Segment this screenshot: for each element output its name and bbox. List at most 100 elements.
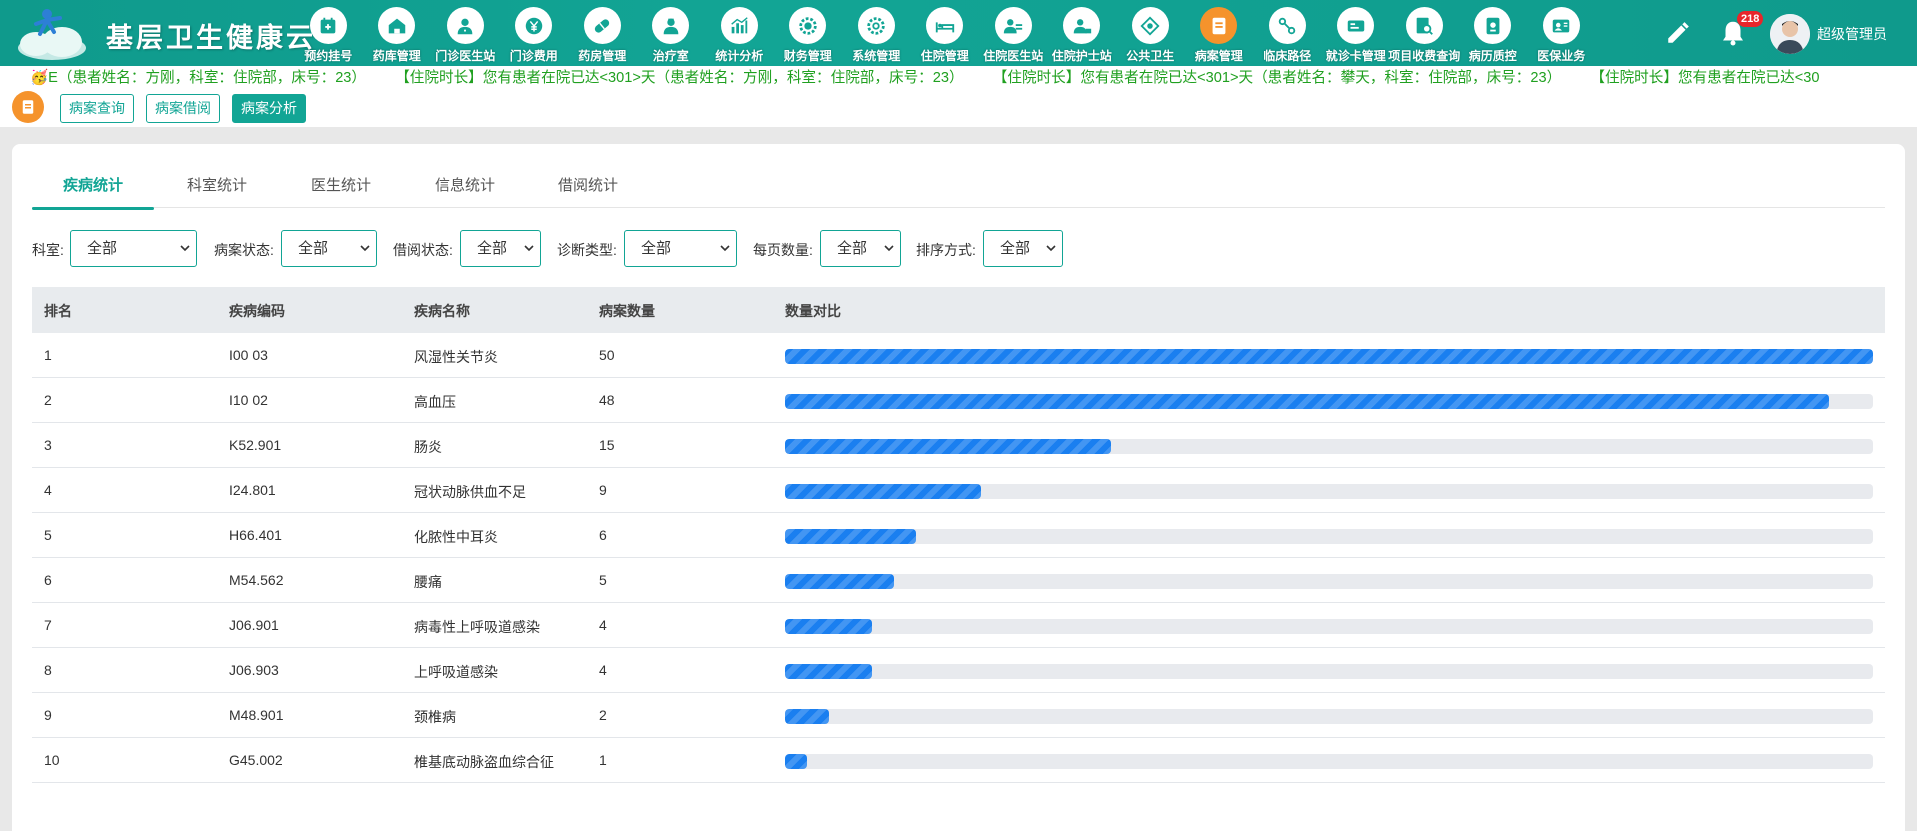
calendar-icon: [309, 7, 347, 44]
nav-item-label: 病案管理: [1194, 49, 1243, 63]
filter-label-department: 科室:: [32, 242, 64, 258]
cell-code: H66.401: [229, 527, 282, 543]
cell-name: 病毒性上呼吸道感染: [414, 619, 540, 635]
nav-item-label: 公共卫生: [1126, 49, 1175, 63]
nav-item-3[interactable]: 门诊费用: [500, 0, 569, 66]
cell-code: J06.903: [229, 662, 279, 678]
stats-tabs: 疾病统计 科室统计 医生统计 信息统计 借阅统计: [32, 166, 1885, 210]
cell-count: 1: [599, 752, 607, 768]
nav-item-label: 药房管理: [578, 49, 627, 63]
cell-code: J06.901: [229, 617, 279, 633]
nav-item-10[interactable]: 住院医生站: [979, 0, 1048, 66]
fee-search-icon: [1405, 7, 1443, 44]
cell-count: 15: [599, 437, 615, 453]
table-row: 9 M48.901 颈椎病 2: [32, 693, 1885, 738]
doctor-icon: [446, 7, 484, 44]
compare-bar-fill: [785, 439, 1112, 454]
avatar[interactable]: [1770, 14, 1810, 54]
cell-name: 冠状动脉供血不足: [414, 484, 526, 500]
marquee-text: 🥳E（患者姓名：方刚，科室：住院部，床号：23） 【住院时长】您有患者在院已达<…: [30, 70, 1820, 86]
column-header-compare: 数量对比: [785, 303, 841, 319]
user-name[interactable]: 超级管理员: [1817, 24, 1887, 44]
nav-item-4[interactable]: 药房管理: [568, 0, 637, 66]
table-row: 1 I00 03 风湿性关节炎 50: [32, 333, 1885, 378]
department-select[interactable]: 全部: [70, 230, 197, 267]
compare-bar-fill: [785, 529, 916, 544]
record-status-select[interactable]: 全部: [281, 230, 377, 267]
filter-label-record-status: 病案状态:: [214, 242, 274, 258]
cell-rank: 4: [44, 482, 52, 498]
compare-bar-track: [785, 574, 1873, 589]
compare-bar-fill: [785, 709, 829, 724]
nav-item-8[interactable]: 系统管理: [842, 0, 911, 66]
compare-bar-track: [785, 754, 1873, 769]
compare-bar-track: [785, 529, 1873, 544]
nav-item-label: 住院护士站: [1051, 49, 1112, 63]
nav-item-15[interactable]: 就诊卡管理: [1322, 0, 1391, 66]
compare-bar-fill: [785, 349, 1873, 364]
nav-item-label: 项目收费查询: [1388, 49, 1461, 63]
cell-count: 50: [599, 347, 615, 363]
page-size-select[interactable]: 全部: [820, 230, 901, 267]
table-row: 3 K52.901 肠炎 15: [32, 423, 1885, 468]
department-select-value: 全部: [87, 240, 118, 257]
tab-doctor-stats[interactable]: 医生统计: [280, 166, 402, 208]
nav-item-14[interactable]: 临床路径: [1253, 0, 1322, 66]
borrow-status-select[interactable]: 全部: [460, 230, 541, 267]
sort-select[interactable]: 全部: [983, 230, 1063, 267]
nav-item-0[interactable]: 预约挂号: [294, 0, 363, 66]
tab-department-stats[interactable]: 科室统计: [156, 166, 278, 208]
public-health-icon: [1131, 7, 1169, 44]
nav-item-9[interactable]: 住院管理: [911, 0, 980, 66]
nav-item-1[interactable]: 药库管理: [363, 0, 432, 66]
nav-item-label: 门诊费用: [509, 49, 558, 63]
compare-bar-track: [785, 484, 1873, 499]
tab-info-stats[interactable]: 信息统计: [404, 166, 526, 208]
cell-count: 9: [599, 482, 607, 498]
cell-name: 肠炎: [414, 439, 442, 455]
cell-code: I00 03: [229, 347, 268, 363]
nurse-icon: [652, 7, 690, 44]
disease-stats-table: 排名 疾病编码 疾病名称 病案数量 数量对比 1 I00 03 风湿性关节炎 5…: [32, 287, 1885, 783]
nav-item-12[interactable]: 公共卫生: [1116, 0, 1185, 66]
content-card: 疾病统计 科室统计 医生统计 信息统计 借阅统计 科室: 全部 病案状态: 全部…: [12, 144, 1905, 831]
nav-item-11[interactable]: 住院护士站: [1048, 0, 1117, 66]
nav-item-16[interactable]: 项目收费查询: [1388, 0, 1461, 66]
chevron-down-icon: [720, 245, 730, 252]
sub-tab-record-analysis[interactable]: 病案分析: [232, 94, 306, 123]
nav-item-13[interactable]: 病案管理: [1185, 0, 1254, 66]
nav-item-5[interactable]: 治疗室: [637, 0, 706, 66]
warehouse-icon: [378, 7, 416, 44]
edit-pencil-icon[interactable]: [1665, 20, 1691, 46]
cell-rank: 7: [44, 617, 52, 633]
compare-bar-fill: [785, 394, 1830, 409]
filter-label-diagnosis-type: 诊断类型:: [557, 242, 617, 258]
nav-item-label: 就诊卡管理: [1325, 49, 1386, 63]
notice-marquee: 🥳E（患者姓名：方刚，科室：住院部，床号：23） 【住院时长】您有患者在院已达<…: [0, 66, 1917, 90]
nav-item-6[interactable]: 统计分析: [705, 0, 774, 66]
cell-name: 风湿性关节炎: [414, 349, 498, 365]
nav-item-label: 医保业务: [1537, 49, 1586, 63]
diagnosis-type-select[interactable]: 全部: [624, 230, 737, 267]
cell-rank: 8: [44, 662, 52, 678]
top-header: 基层卫生健康云 预约挂号 药库管理 门诊医生站 门诊费用 药房管理 治疗室 统计…: [0, 0, 1917, 66]
nav-item-18[interactable]: 医保业务: [1527, 0, 1596, 66]
sub-tab-record-borrow[interactable]: 病案借阅: [146, 94, 220, 123]
filter-label-sort: 排序方式:: [916, 242, 976, 258]
chevron-down-icon: [1046, 245, 1056, 252]
nav-item-7[interactable]: 财务管理: [774, 0, 843, 66]
nav-item-label: 药库管理: [372, 49, 421, 63]
cell-code: M48.901: [229, 707, 284, 723]
cell-name: 颈椎病: [414, 709, 456, 725]
chart-icon: [720, 7, 758, 44]
cell-name: 腰痛: [414, 574, 442, 590]
table-row: 8 J06.903 上呼吸道感染 4: [32, 648, 1885, 693]
nav-item-2[interactable]: 门诊医生站: [431, 0, 500, 66]
nav-item-label: 临床路径: [1263, 49, 1312, 63]
chevron-down-icon: [180, 245, 190, 252]
nav-item-17[interactable]: 病历质控: [1459, 0, 1528, 66]
tab-borrow-stats[interactable]: 借阅统计: [527, 166, 649, 208]
tab-disease-stats[interactable]: 疾病统计: [32, 166, 154, 210]
bed-icon: [926, 7, 964, 44]
sub-tab-record-query[interactable]: 病案查询: [60, 94, 134, 123]
